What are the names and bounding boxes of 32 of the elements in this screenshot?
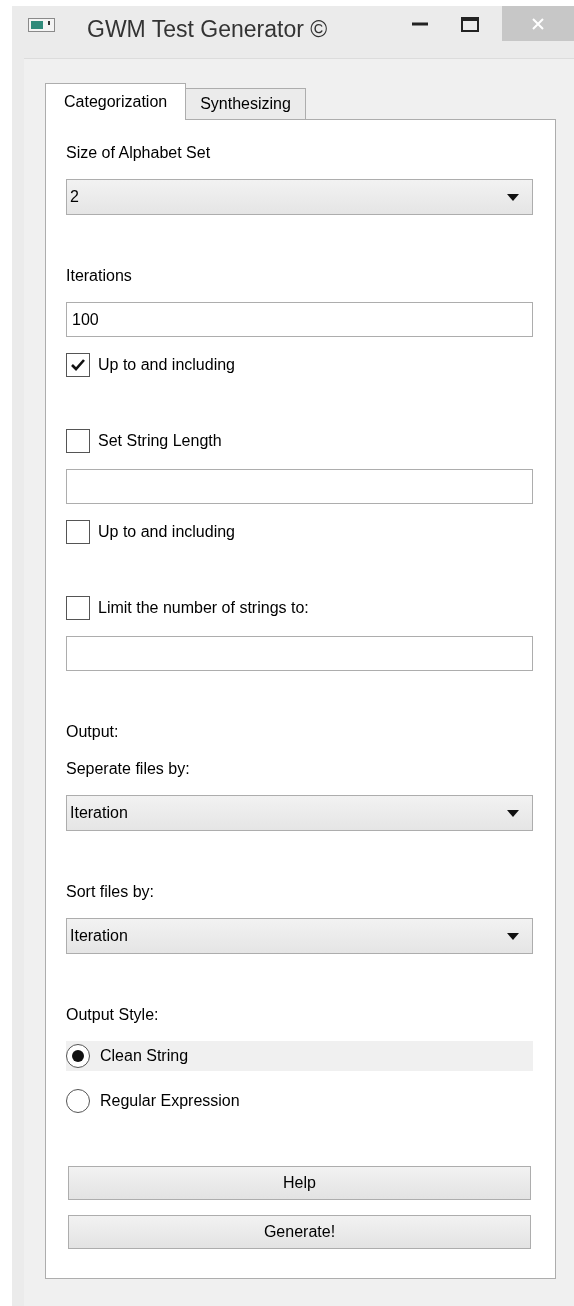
close-button[interactable] xyxy=(502,6,574,41)
button[interactable]: Generate! xyxy=(68,1215,531,1249)
dropdown[interactable]: Iteration xyxy=(66,795,533,831)
field-label: Size of Alphabet Set xyxy=(66,143,212,163)
radio-button[interactable]: Clean String xyxy=(66,1041,533,1071)
caret-icon xyxy=(507,193,519,201)
close-icon xyxy=(530,15,546,32)
maximize-icon xyxy=(461,16,479,32)
caret-icon xyxy=(507,809,519,817)
checkbox[interactable]: Up to and including xyxy=(66,352,533,378)
field-label: Iterations xyxy=(66,266,133,286)
input-field[interactable]: 100 xyxy=(66,302,533,337)
field-label: Sort files by: xyxy=(66,882,156,902)
dropdown[interactable]: Iteration xyxy=(66,918,533,954)
minimize-icon xyxy=(412,22,428,26)
tab[interactable]: Categorization xyxy=(45,83,187,120)
window-title: GWM Test Generator © xyxy=(87,15,328,44)
field-label: Output: xyxy=(66,722,120,742)
input-field[interactable] xyxy=(66,469,533,504)
checkbox[interactable]: Up to and including xyxy=(66,519,533,545)
tab[interactable]: Synthesizing xyxy=(186,88,306,120)
field-label: Output Style: xyxy=(66,1005,160,1025)
field-label: Seperate files by: xyxy=(66,759,191,779)
caret-icon xyxy=(507,932,519,940)
input-field[interactable] xyxy=(66,636,533,671)
button[interactable]: Help xyxy=(68,1166,531,1200)
app-icon xyxy=(28,18,55,32)
dropdown[interactable]: 2 xyxy=(66,179,533,215)
radio-button[interactable]: Regular Expression xyxy=(66,1086,533,1116)
checkmark-icon xyxy=(70,358,86,372)
checkbox[interactable]: Limit the number of strings to: xyxy=(66,595,533,621)
checkbox[interactable]: Set String Length xyxy=(66,428,533,454)
